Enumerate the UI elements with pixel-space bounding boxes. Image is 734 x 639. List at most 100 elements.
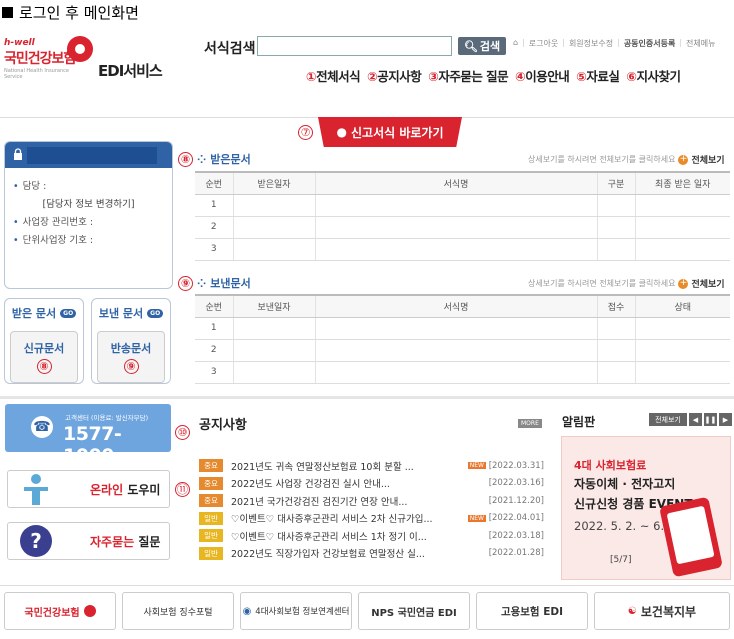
register-cert-link[interactable]: 공동인증서등록 <box>624 38 676 49</box>
sent-view-all[interactable]: 상세보기를 하시려면 전체보기를 클릭하세요 + 전체보기 <box>528 277 725 290</box>
new-badge: NEW <box>467 514 486 522</box>
notice-item[interactable]: 중요 2021년도 귀속 연말정산보험료 10회 분할 ... NEW [2022.0… <box>199 457 544 475</box>
notice-item[interactable]: 일반 ♡이벤트♡ 대사증후군관리 서비스 2차 신규가입... NEW [2022.0… <box>199 510 544 528</box>
received-docs-box[interactable]: 받은 문서 GO 신규문서 ⑧ <box>4 298 84 384</box>
nav-guide[interactable]: ④이용안내 <box>515 66 570 85</box>
online-helper-label-a: 온라인 <box>90 482 124 497</box>
alarm-title: 알림판 <box>562 415 596 429</box>
square-bullet-icon <box>2 7 13 18</box>
arrow-circle-icon: ● <box>336 125 347 139</box>
edit-profile-link[interactable]: 회원정보수정 <box>569 38 613 49</box>
change-manager-button[interactable]: [담당자 정보 변경하기] <box>13 196 164 214</box>
notice-item[interactable]: 중요 2022년도 사업장 건강검진 실시 안내... [2022.03.16] <box>199 475 544 493</box>
callcenter-banner[interactable]: ☎ 고객센터 (이용료: 발신자부담) 1577-1000 <box>5 404 171 467</box>
received-view-all[interactable]: 상세보기를 하시려면 전체보기를 클릭하세요 + 전체보기 <box>528 153 725 166</box>
footer-divider <box>0 585 734 586</box>
home-icon[interactable]: ⌂ <box>513 38 518 49</box>
logout-link[interactable]: 로그아웃 <box>529 38 558 49</box>
annotation-9: ⑨ <box>123 359 139 374</box>
table-row[interactable]: 1 <box>195 194 730 217</box>
notice-item[interactable]: 일반 2022년도 직장가입자 건강보험료 연말정산 실... [2022.01.2… <box>199 545 544 563</box>
footer-logo-4insurance[interactable]: ◉ 4대사회보험 정보연계센터 <box>240 592 352 630</box>
received-box-title: 받은 문서 <box>11 307 57 320</box>
notice-title: 공지사항 <box>199 418 247 433</box>
event-banner[interactable]: 4대 사회보험료 자동이체 · 전자고지 신규신청 경품 EVENT 2022.… <box>561 436 731 580</box>
nhis-logo[interactable]: h-well 국민건강보험 National Health Insurance … <box>4 36 93 80</box>
go-badge[interactable]: GO <box>147 308 164 318</box>
table-row[interactable]: 3 <box>195 361 730 384</box>
annotation-7: ⑦ <box>298 125 313 140</box>
user-name-masked <box>27 147 157 164</box>
person-icon <box>24 474 48 505</box>
manager-row: • 담당 : <box>13 181 47 192</box>
faq-label-b: 질문 <box>138 534 161 549</box>
faq-label-a: 자주묻는 <box>90 534 135 549</box>
unit-no-row: • 단위사업장 기호 : <box>13 235 94 246</box>
next-icon[interactable]: ▶ <box>719 413 732 426</box>
nav-notice[interactable]: ②공지사항 <box>367 66 422 85</box>
notice-list: 중요 2021년도 귀속 연말정산보험료 10회 분할 ... NEW [2022.0… <box>199 457 544 562</box>
footer-logo-nhis[interactable]: 국민건강보험 <box>4 592 116 630</box>
document-title-text: 로그인 후 메인화면 <box>19 4 139 22</box>
new-docs-button[interactable]: 신규문서 ⑧ <box>10 331 78 383</box>
logo-english: National Health Insurance Service <box>4 68 69 80</box>
nav-branch-finder[interactable]: ⑥지사찾기 <box>626 66 681 85</box>
footer-logo-mohw[interactable]: ☯ 보건복지부 <box>594 592 730 630</box>
col-status: 상태 <box>634 294 730 318</box>
sent-docs-box[interactable]: 보낸 문서 GO 반송문서 ⑨ <box>91 298 171 384</box>
banner-line-2: 자동이체 · 전자고지 <box>574 477 676 491</box>
alarm-controls: 전체보기 ◀ ❚❚ ▶ <box>649 413 732 426</box>
table-row[interactable]: 2 <box>195 216 730 239</box>
online-helper-label-b: 도우미 <box>127 482 161 497</box>
banner-page: [5/7] <box>610 555 632 565</box>
annotation-8: ⑧ <box>36 359 52 374</box>
footer-logo-employment[interactable]: 고용보험 EDI <box>476 592 588 630</box>
taeguk-icon: ☯ <box>627 605 637 617</box>
col-receipt: 접수 <box>596 294 635 318</box>
banner-line-1: 4대 사회보험료 <box>574 459 647 472</box>
notice-item[interactable]: 일반 ♡이벤트♡ 대사증후군관리 서비스 1차 정기 이... [2022.03.1… <box>199 527 544 545</box>
footer-logo-nps[interactable]: NPS 국민연금 EDI <box>358 592 470 630</box>
pause-icon[interactable]: ❚❚ <box>704 413 717 426</box>
col-last-received: 최종 받은 일자 <box>634 171 730 195</box>
search-input[interactable] <box>257 36 452 56</box>
alarm-view-all-button[interactable]: 전체보기 <box>649 413 687 426</box>
prev-icon[interactable]: ◀ <box>689 413 702 426</box>
col-no: 순번 <box>195 171 233 195</box>
nav-faq[interactable]: ③자주묻는 질문 <box>428 66 508 85</box>
user-panel-header <box>5 142 172 168</box>
dots-icon: ⁘ <box>197 152 207 166</box>
col-form-name: 서식명 <box>314 171 597 195</box>
online-helper-button[interactable]: 온라인 도우미 <box>7 470 170 508</box>
nav-all-forms[interactable]: ①전체서식 <box>306 66 361 85</box>
nav-library[interactable]: ⑤자료실 <box>576 66 620 85</box>
all-menu-link[interactable]: 전체메뉴 <box>686 38 715 49</box>
faq-button[interactable]: ? 자주묻는 질문 <box>7 522 170 560</box>
go-badge[interactable]: GO <box>60 308 77 318</box>
swirl-icon: ◉ <box>242 605 252 617</box>
phone-icon: ☎ <box>31 416 53 438</box>
col-form-name: 서식명 <box>314 294 597 318</box>
notice-more-button[interactable]: MORE <box>518 419 542 428</box>
table-row[interactable]: 2 <box>195 339 730 362</box>
returned-docs-button[interactable]: 반송문서 ⑨ <box>97 331 165 383</box>
mgmt-no-row: • 사업장 관리번호 : <box>13 217 94 228</box>
annotation-11: ⑪ <box>175 482 190 497</box>
report-shortcut-button[interactable]: ● 신고서식 바로가기 <box>318 117 462 147</box>
footer-logo-collection[interactable]: 사회보험 징수포털 <box>122 592 234 630</box>
callcenter-number: 1577-1000 <box>63 423 122 467</box>
question-icon: ? <box>20 525 52 557</box>
notice-item[interactable]: 중요 2021년 국가건강검진 검진기간 연장 안내... [2021.12.20] <box>199 492 544 510</box>
annotation-8: ⑧ <box>178 151 193 167</box>
annotation-9: ⑨ <box>178 275 193 291</box>
heart-icon <box>83 605 96 617</box>
col-category: 구분 <box>596 171 635 195</box>
table-row[interactable]: 1 <box>195 317 730 340</box>
received-table: 순번 받은일자 서식명 구분 최종 받은 일자 1 2 3 <box>195 171 730 261</box>
search-button[interactable]: 🔍︎ 검색 <box>458 37 506 55</box>
table-row[interactable]: 3 <box>195 238 730 261</box>
annotation-10: ⑩ <box>175 425 190 440</box>
col-sent-date: 보낸일자 <box>232 294 315 318</box>
top-links: ⌂ | 로그아웃 | 회원정보수정 | 공동인증서등록 | 전체메뉴 <box>513 38 716 49</box>
search-icon: 🔍︎ <box>463 39 478 53</box>
